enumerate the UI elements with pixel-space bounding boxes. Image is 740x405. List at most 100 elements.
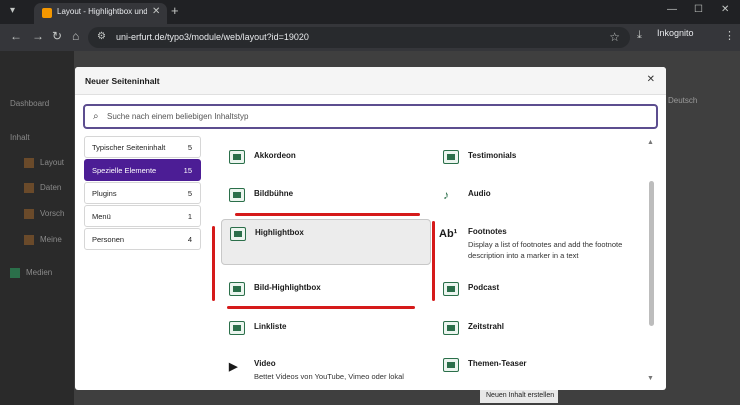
element-title: Bildbühne [254, 189, 294, 198]
tab-close-icon[interactable]: ✕ [152, 6, 160, 17]
element-footnotes[interactable]: Ab¹ Footnotes Display a list of footnote… [435, 219, 645, 269]
category-label: Menü [92, 212, 111, 221]
youtube-icon: ▶ [229, 361, 238, 373]
scroll-up-icon[interactable]: ▲ [647, 139, 654, 146]
back-icon[interactable]: ← [10, 29, 22, 43]
forward-icon[interactable]: → [32, 29, 44, 43]
category-list: Typischer Seiteninhalt 5 Spezielle Eleme… [84, 136, 201, 251]
element-title: Highlightbox [255, 228, 304, 237]
site-info-icon[interactable]: ⚙ [97, 31, 106, 42]
element-title: Testimonials [468, 151, 517, 160]
reload-icon[interactable]: ↻ [52, 29, 62, 43]
new-tab-icon[interactable]: + [171, 3, 179, 18]
category-label: Typischer Seiteninhalt [92, 143, 166, 152]
sidebar-item-mine: Meine [24, 235, 62, 245]
annotation-mark-left [212, 226, 215, 301]
search-icon: ⌕ [93, 111, 99, 122]
modal-close-icon[interactable]: ✕ [647, 74, 655, 85]
modal-header: Neuer Seiteninhalt ✕ [75, 67, 666, 95]
element-podcast[interactable]: Podcast [435, 275, 645, 311]
category-typical[interactable]: Typischer Seiteninhalt 5 [84, 136, 201, 158]
url-text: uni-erfurt.de/typo3/module/web/layout?id… [116, 32, 309, 42]
category-count: 15 [183, 166, 192, 175]
category-persons[interactable]: Personen 4 [84, 228, 201, 250]
tab-title: Layout - Highlightbox und Bild [57, 7, 147, 16]
window-close-icon[interactable]: ✕ [721, 4, 729, 15]
highlightbox-icon [230, 227, 246, 241]
link-list-icon [229, 321, 245, 335]
sidebar-item-dashboard: Dashboard [10, 99, 50, 108]
category-count: 4 [187, 235, 192, 244]
element-title: Footnotes [468, 227, 507, 236]
element-title: Podcast [468, 283, 500, 292]
element-accordion[interactable]: Akkordeon [221, 143, 431, 179]
element-video[interactable]: ▶ Video Bettet Videos von YouTube, Vimeo… [221, 351, 431, 387]
incognito-label[interactable]: Inkognito [657, 28, 694, 38]
element-audio[interactable]: ♪ Audio [435, 181, 645, 217]
tab-search-icon[interactable]: ▾ [10, 5, 15, 16]
sidebar-item-media: Medien [10, 268, 52, 278]
browser-toolbar: ← → ↻ ⌂ ⚙ uni-erfurt.de/typo3/module/web… [0, 24, 740, 51]
category-count: 5 [187, 143, 192, 152]
sidebar-item-data: Daten [24, 183, 61, 193]
category-count: 1 [187, 212, 192, 221]
annotation-mark-top [235, 213, 420, 216]
category-label: Personen [92, 235, 125, 244]
accordion-icon [229, 150, 245, 164]
sidebar-item-preview: Vorsch [24, 209, 64, 219]
typo3-favicon-icon [42, 8, 52, 18]
category-plugins[interactable]: Plugins 5 [84, 182, 201, 204]
audio-icon: ♪ [443, 188, 449, 202]
element-title: Bild-Highlightbox [254, 283, 321, 292]
address-bar[interactable]: ⚙ uni-erfurt.de/typo3/module/web/layout?… [88, 27, 630, 48]
scrollbar-thumb[interactable] [649, 181, 654, 326]
home-icon[interactable]: ⌂ [72, 29, 79, 43]
scroll-down-icon[interactable]: ▼ [647, 375, 654, 382]
search-input[interactable] [107, 109, 647, 124]
element-image-stage[interactable]: Bildbühne [221, 181, 431, 217]
element-title: Themen-Teaser [468, 359, 527, 368]
element-highlightbox[interactable]: Highlightbox [221, 219, 431, 265]
element-title: Audio [468, 189, 491, 198]
timeline-icon [443, 321, 459, 335]
category-label: Plugins [92, 189, 117, 198]
element-description: Display a list of footnotes and add the … [468, 240, 623, 260]
element-timeline[interactable]: Zeitstrahl [435, 314, 645, 350]
browser-tab[interactable]: Layout - Highlightbox und Bild ✕ [34, 3, 167, 24]
annotation-mark-bottom [227, 306, 415, 309]
testimonials-icon [443, 150, 459, 164]
add-content-button: Neuen Inhalt erstellen [480, 390, 558, 403]
element-title: Linkliste [254, 322, 287, 331]
browser-tabstrip: ▾ Layout - Highlightbox und Bild ✕ + — ☐… [0, 0, 740, 24]
element-title: Akkordeon [254, 151, 296, 160]
menu-icon[interactable]: ⋮ [724, 29, 735, 42]
annotation-mark-right [432, 221, 435, 301]
image-stage-icon [229, 188, 245, 202]
topic-teaser-icon [443, 358, 459, 372]
element-link-list[interactable]: Linkliste [221, 314, 431, 350]
maximize-icon[interactable]: ☐ [694, 4, 703, 15]
category-label: Spezielle Elemente [92, 166, 157, 175]
element-testimonials[interactable]: Testimonials [435, 143, 645, 179]
category-count: 5 [187, 189, 192, 198]
content-type-search: ⌕ [83, 104, 658, 129]
footnotes-icon: Ab¹ [439, 228, 458, 240]
download-icon[interactable]: ⤓ [637, 29, 642, 42]
typo3-sidebar: Dashboard Inhalt Layout Daten Vorsch Mei… [0, 51, 74, 405]
minimize-icon[interactable]: — [667, 4, 677, 15]
new-content-modal: Neuer Seiteninhalt ✕ ⌕ Typischer Seiteni… [75, 67, 666, 390]
element-topic-teaser[interactable]: Themen-Teaser [435, 351, 645, 387]
element-description: Bettet Videos von YouTube, Vimeo oder lo… [254, 372, 404, 381]
bookmark-star-icon[interactable]: ☆ [609, 30, 620, 44]
sidebar-item-layout: Layout [24, 158, 64, 168]
sidebar-item-content: Inhalt [10, 133, 30, 142]
element-title: Video [254, 359, 276, 368]
bg-language: Deutsch [668, 96, 698, 105]
category-special[interactable]: Spezielle Elemente 15 [84, 159, 201, 181]
scrollbar[interactable]: ▲ ▼ [646, 139, 656, 384]
image-highlightbox-icon [229, 282, 245, 296]
category-menu[interactable]: Menü 1 [84, 205, 201, 227]
element-title: Zeitstrahl [468, 322, 505, 331]
modal-title: Neuer Seiteninhalt [85, 76, 160, 86]
podcast-icon [443, 282, 459, 296]
